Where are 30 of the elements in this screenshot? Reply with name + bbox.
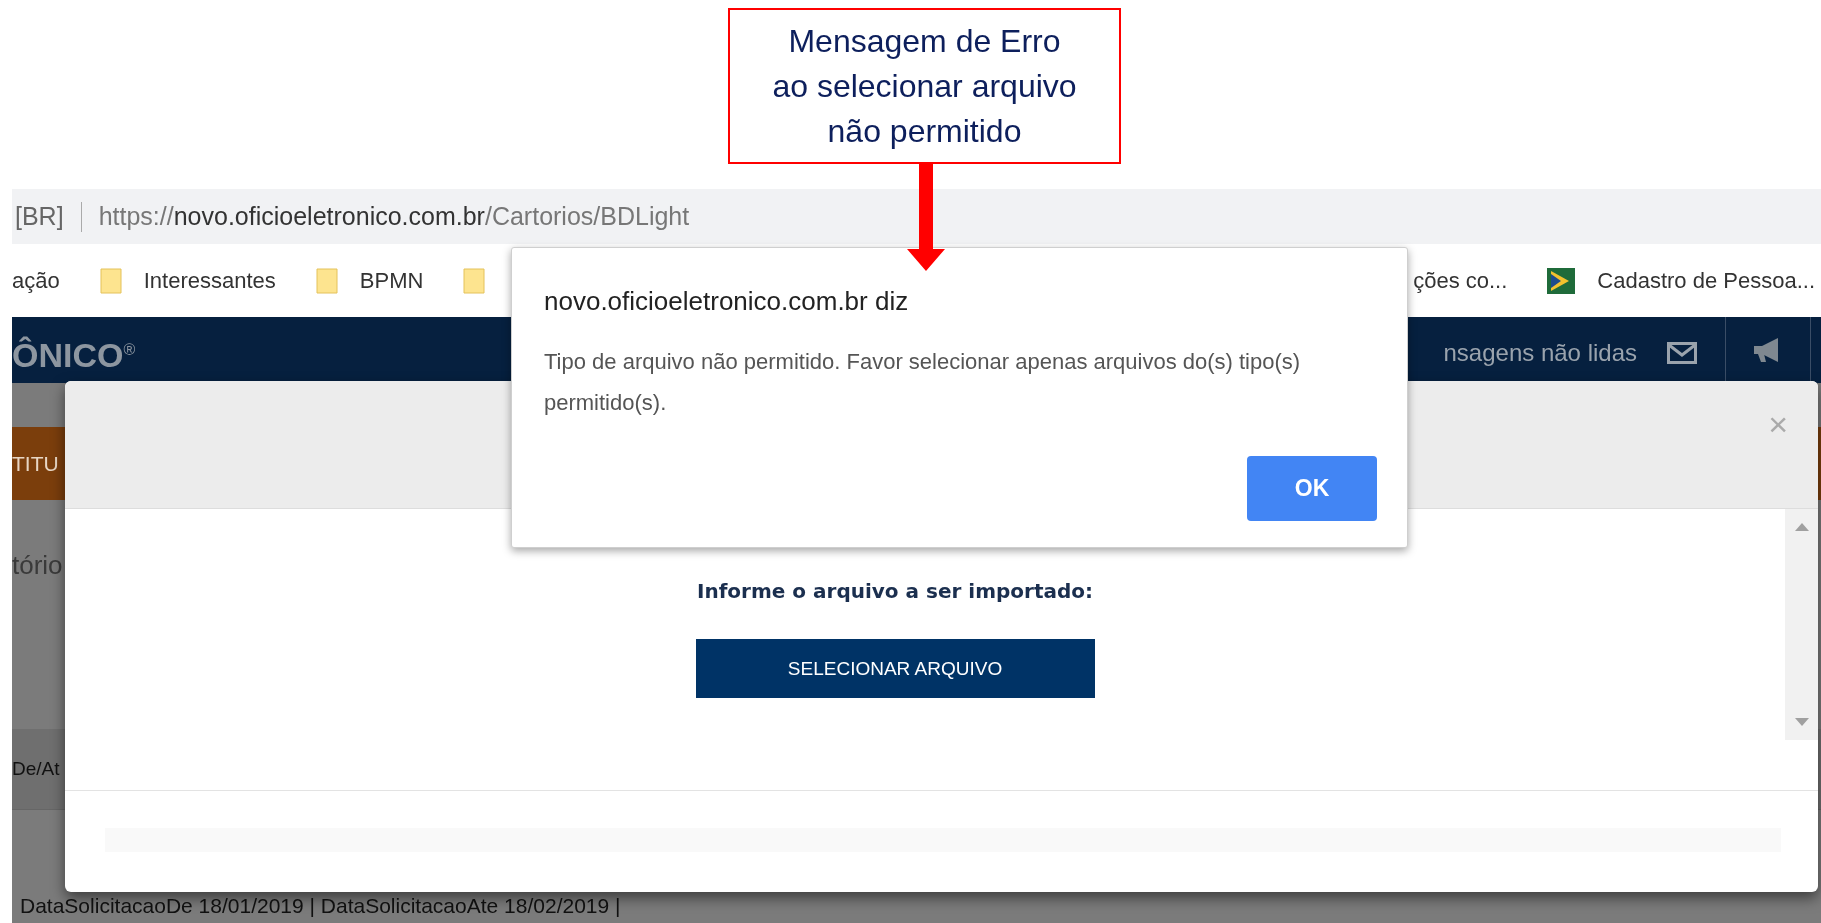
messages-link[interactable]: nsagens não lidas [1443,339,1637,367]
alert-title: novo.oficioeletronico.com.br diz [544,286,910,317]
site-info: [BR] [14,202,64,231]
bookmark[interactable]: Cadastro de Pessoa... [1547,267,1815,294]
filter-summary: DataSolicitacaoDe 18/01/2019 | DataSolicitacaoAte 18/02/2019 | [19,894,622,918]
section-title: tório [12,550,64,581]
page-tab[interactable]: TITU [12,451,59,476]
url-text: https://novo.oficioeletronico.com.br/Cartorios/BDLight [98,202,690,231]
annotation-text: não permitido [827,111,1022,151]
bookmark[interactable]: ções co... [1413,267,1508,294]
folder-icon [315,267,338,294]
scroll-down-icon[interactable] [1794,718,1809,726]
bookmark[interactable]: Interessantes [99,267,276,294]
bookmark[interactable]: BPMN [315,267,424,294]
column-header: De/At [12,758,60,780]
annotation-text: ao selecionar arquivo [772,66,1077,106]
bookmark[interactable]: ação [12,267,60,294]
alert-message: Tipo de arquivo não permitido. Favor selecionar apenas arquivos do(s) tipo(s) permitido(s). [544,348,1302,417]
folder-icon [99,267,122,294]
scroll-up-icon[interactable] [1794,523,1809,531]
import-prompt: Informe o arquivo a ser importado: [696,579,1093,603]
logo-text: ÔNICO$^{®}$ [12,335,136,375]
select-file-button[interactable]: SELECIONAR ARQUIVO [695,639,1095,698]
ok-button[interactable]: OK [1247,456,1377,521]
scrollbar[interactable] [1785,509,1818,740]
address-bar[interactable]: [BR] https://novo.oficioeletronico.com.br/Cartorios/BDLight [12,189,1821,244]
annotation-text: Mensagem de Erro [788,21,1061,61]
envelope-icon[interactable] [1667,342,1697,364]
folder-icon[interactable] [463,267,486,294]
play-logo-icon [1547,267,1576,294]
